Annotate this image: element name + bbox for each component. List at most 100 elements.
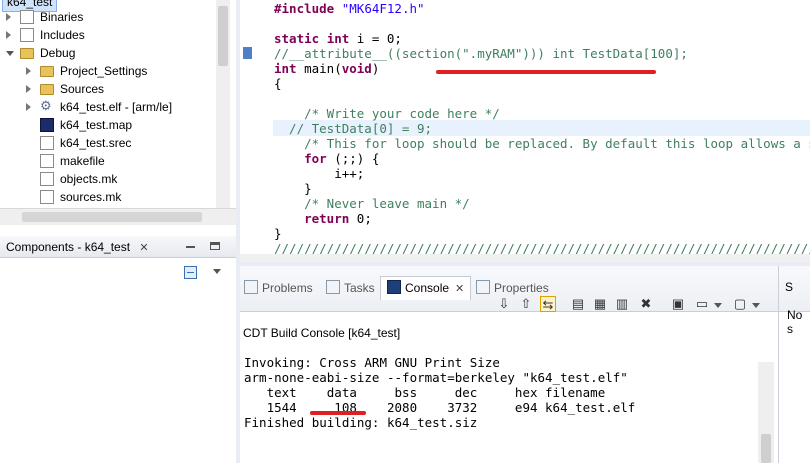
tab-components-label: Components - k64_test [6,240,131,254]
gear-icon: ⚙ [40,98,52,113]
tab-problems-label: Problems [262,281,313,295]
tree-item-label: k64_test.srec [60,136,132,150]
arrow-down-icon[interactable]: ⇩ [496,296,512,312]
folder-icon [40,66,54,77]
code-line[interactable]: static int i = 0; [274,31,402,46]
tab-tasks[interactable]: Tasks [326,278,375,300]
tree-item[interactable]: k64_test.map [0,116,214,134]
tab-console[interactable]: Console ✕ [380,276,472,300]
code-line[interactable]: /* This for loop should be replaced. By … [274,136,810,151]
makefile-icon [40,190,54,204]
code-line[interactable]: return 0; [274,211,372,226]
tab-console-label: Console [405,281,450,295]
tree-item[interactable]: Sources [0,80,214,98]
editor-gutter [240,0,266,262]
includes-icon [20,28,34,42]
tree-item[interactable]: sources.mk [0,188,214,206]
twisty-collapsed-icon[interactable] [6,31,11,39]
tab-properties-label: Properties [494,281,549,295]
tab-tasks-label: Tasks [344,281,375,295]
tree-item-label: makefile [60,154,105,168]
console-icon [387,280,401,294]
bottom-views: Problems Tasks Console ✕ Properties ⇩ ⇧ ⇆… [240,266,778,463]
scroll-thumb[interactable] [218,6,228,66]
tree-item[interactable]: makefile [0,152,214,170]
problems-icon [244,280,258,294]
tree-item[interactable]: k64_test.srec [0,134,214,152]
twisty-collapsed-icon[interactable] [6,13,11,21]
tree-item-label: Includes [40,28,85,42]
tree-item-label: Sources [60,82,105,96]
view-menu-icon[interactable] [213,269,221,274]
open-console-dropdown-icon[interactable] [752,303,760,308]
code-line[interactable]: /* Write your code here */ [274,106,500,121]
tree-item-label: Binaries [40,10,84,24]
code-line[interactable]: } [274,226,282,241]
explorer-vertical-scrollbar[interactable] [216,0,230,208]
tree-item[interactable]: Debug [0,44,214,62]
code-line[interactable]: /* Never leave main */ [274,196,470,211]
clear-console-icon[interactable]: ▥ [614,296,630,312]
right-panel-tabbar: S [779,266,810,312]
collapse-all-icon[interactable] [184,266,197,279]
open-console-icon[interactable]: ▢ [732,296,748,312]
console-line: 1544 108 2080 3732 e94 k64_test.elf [244,400,636,415]
folder-icon [20,48,34,59]
remove-icon[interactable]: ✖ [638,296,654,312]
scroll-thumb[interactable] [22,212,202,222]
code-line[interactable]: #include "MK64F12.h" [274,1,425,16]
tree-item-label: sources.mk [60,190,122,204]
close-icon[interactable]: ✕ [139,239,148,257]
explorer-horizontal-scrollbar[interactable] [0,208,236,225]
twisty-collapsed-icon[interactable] [26,103,31,111]
editor-horizontal-scrollbar[interactable] [240,254,810,262]
display-console-icon[interactable]: ▭ [694,296,710,312]
change-marker-icon [243,47,252,59]
twisty-expanded-icon[interactable] [6,51,14,56]
minimize-button[interactable] [186,242,196,250]
console-vertical-scrollbar[interactable] [758,362,774,463]
tree-item[interactable]: objects.mk [0,170,214,188]
tab-components[interactable]: Components - k64_test ✕ [0,238,155,258]
code-editor[interactable]: #include "MK64F12.h" static int i = 0;//_… [240,0,810,262]
tasks-icon [326,280,340,294]
right-panel-text: No s [787,308,803,336]
tab-properties[interactable]: Properties [476,278,549,300]
console-line: Invoking: Cross ARM GNU Print Size [244,355,500,370]
tree-item-label: k64_test.elf - [arm/le] [60,100,173,114]
components-panel: Components - k64_test ✕ [0,236,236,463]
twisty-collapsed-icon[interactable] [26,85,31,93]
scroll-lock-icon[interactable]: ⇆ [540,296,556,312]
console-line: arm-none-eabi-size --format=berkeley "k6… [244,370,628,385]
code-line[interactable]: i++; [274,166,364,181]
tree-item-label: objects.mk [60,172,118,186]
code-line[interactable]: int main(void) [274,61,379,76]
code-line[interactable]: //__attribute__((section(".myRAM"))) int… [274,46,688,61]
makefile-icon [40,154,54,168]
twisty-collapsed-icon[interactable] [26,67,31,75]
copy-icon[interactable]: ▤ [570,296,586,312]
display-console-dropdown-icon[interactable] [714,303,722,308]
components-tabbar: Components - k64_test ✕ [0,236,236,258]
paste-icon[interactable]: ▦ [592,296,608,312]
tree-item[interactable]: Binaries [0,8,214,26]
maximize-button[interactable] [210,242,220,250]
tab-problems[interactable]: Problems [244,278,313,300]
scroll-thumb[interactable] [761,434,771,463]
tree-item[interactable]: ⚙ k64_test.elf - [arm/le] [0,98,214,116]
code-line[interactable]: } [274,181,312,196]
code-line[interactable]: for (;;) { [274,151,379,166]
console-output[interactable]: Invoking: Cross ARM GNU Print Size arm-no… [244,355,635,430]
red-annotation-underline [310,411,366,415]
pin-console-icon[interactable]: ▣ [670,296,686,312]
code-line[interactable]: // TestData[0] = 9; [274,121,432,136]
console-line: text data bss dec hex filename [244,385,606,400]
code-line[interactable]: { [274,76,282,91]
tree-item[interactable]: Includes [0,26,214,44]
makefile-icon [40,172,54,186]
right-panel-tab-label[interactable]: S [785,280,793,294]
arrow-up-icon[interactable]: ⇧ [518,296,534,312]
tree-item[interactable]: Project_Settings [0,62,214,80]
close-icon[interactable]: ✕ [455,278,464,300]
tree-item-label: k64_test.map [60,118,133,132]
